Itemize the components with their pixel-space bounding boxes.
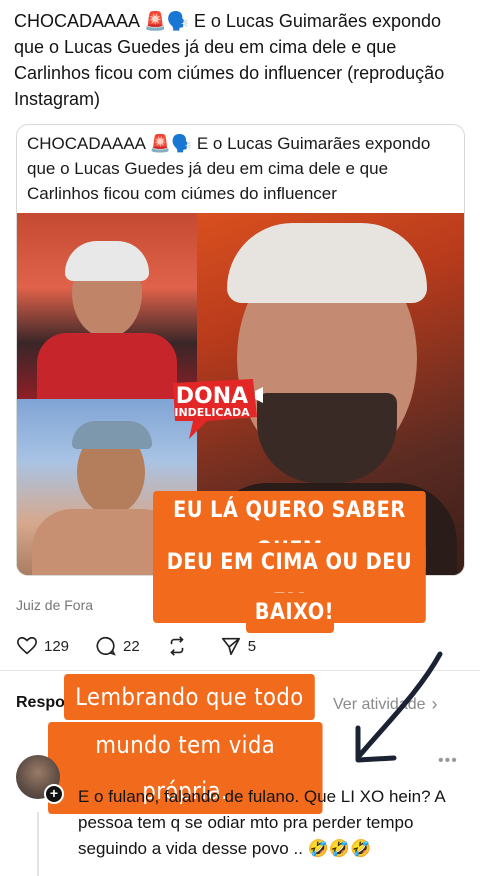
logo-line2: INDELICADA <box>174 406 250 419</box>
caption-overlay-2-line1: Lembrando que todo <box>64 674 315 720</box>
post-text: CHOCADAAAA 🚨🗣️ E o Lucas Guimarães expon… <box>14 11 445 109</box>
share-icon <box>221 637 240 656</box>
comment-icon <box>96 636 116 656</box>
caption-overlay-1-line3: BAIXO! <box>246 593 334 633</box>
more-icon[interactable]: ••• <box>438 752 458 770</box>
heart-icon <box>17 636 37 655</box>
action-bar: 129 22 5 <box>16 634 282 658</box>
quoted-post-text: CHOCADAAAA 🚨🗣️ E o Lucas Guimarães expon… <box>27 134 431 203</box>
repost-icon <box>170 636 184 656</box>
reply-comment-text: E o fulano, falando de fulano. Que LI XO… <box>78 787 445 858</box>
thread-line <box>37 812 39 876</box>
comment-count: 22 <box>123 637 140 655</box>
comment-button[interactable]: 22 <box>95 635 140 657</box>
arrow-icon <box>355 651 443 763</box>
location-label: Juiz de Fora <box>16 597 94 613</box>
repost-button[interactable] <box>166 635 194 657</box>
share-count: 5 <box>247 637 257 655</box>
like-count: 129 <box>44 637 70 655</box>
dona-indelicada-logo: DONA INDELICADA <box>167 373 267 443</box>
plus-icon[interactable]: + <box>44 784 64 804</box>
share-button[interactable]: 5 <box>220 635 256 657</box>
like-button[interactable]: 129 <box>16 635 69 657</box>
photo-top-left <box>17 213 197 399</box>
replies-heading: Respo <box>16 694 65 711</box>
